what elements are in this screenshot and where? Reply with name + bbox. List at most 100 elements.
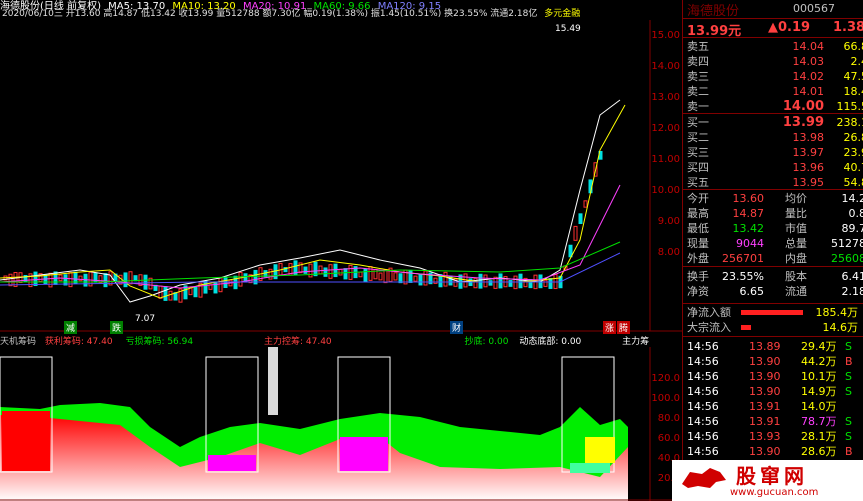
- stat-value: 13.42: [732, 222, 765, 235]
- candle: [123, 272, 128, 288]
- kline-chart-area[interactable]: 海德股份(日线 前复权) MA5: 13.70 MA10: 13.20 MA20…: [0, 0, 682, 501]
- candle: [268, 268, 273, 280]
- candle: [323, 267, 328, 277]
- candle: [343, 268, 348, 280]
- tick-row: 14:56 13.93 28.1万 S: [683, 430, 863, 443]
- quote-price: 14.01: [792, 85, 825, 98]
- candle: [413, 275, 418, 282]
- candle: [303, 266, 308, 274]
- tick-time: 14:56: [687, 355, 719, 368]
- candle: [338, 268, 343, 276]
- stat-label: 现量: [687, 237, 709, 250]
- tick-time: 14:56: [687, 415, 719, 428]
- stat-value: 89.7: [841, 222, 863, 235]
- stat-row: 最低 13.42 市值 89.7: [683, 222, 863, 235]
- candle: [423, 270, 428, 286]
- flow-bar: [741, 310, 803, 315]
- stat-row: 外盘 256701 内盘 25608: [683, 252, 863, 265]
- quote-label: 买五: [687, 176, 709, 189]
- candle: [168, 290, 173, 301]
- marker-4[interactable]: 涨: [603, 321, 617, 334]
- stat-label: 总量: [785, 237, 807, 250]
- tick-volume: 28.1万: [801, 430, 837, 443]
- candle: [238, 271, 243, 287]
- main-chips: 主力筹: [622, 337, 650, 347]
- marker-2[interactable]: 跌: [110, 321, 124, 334]
- indicator-name[interactable]: 天机筹码: [0, 337, 36, 347]
- quote-price: 14.03: [792, 55, 825, 68]
- candle: [333, 263, 338, 278]
- bar-info: 2020/06/10三 开13.60 高14.87 低13.42 收13.99 …: [2, 7, 584, 21]
- price-axis-label: 9.00: [657, 216, 680, 227]
- stock-name: 海德股份: [687, 4, 740, 19]
- quote-row-asks: 卖二 14.01 18.4: [683, 85, 863, 98]
- stat-value: 256701: [722, 252, 764, 265]
- candle: [363, 268, 368, 282]
- tick-volume: 10.1万: [801, 370, 837, 383]
- tick-row: 14:56 13.90 10.1万 S: [683, 370, 863, 383]
- stat-row: 现量 9044 总量 51278: [683, 237, 863, 250]
- stat-value: 14.2: [841, 192, 863, 205]
- tick-volume: 14.9万: [801, 385, 837, 398]
- price-axis-label: 10.00: [651, 185, 680, 196]
- stat-value: 14.87: [732, 207, 765, 220]
- sector-tag[interactable]: 多元金融: [544, 9, 580, 19]
- tick-side: S: [845, 415, 852, 428]
- flow-label: 净流入额: [687, 306, 731, 319]
- flow-value: 185.4万: [815, 306, 859, 319]
- candle: [408, 269, 413, 283]
- quote-row-bids: 买三 13.97 23.9: [683, 146, 863, 159]
- indicator-plot[interactable]: [0, 347, 682, 501]
- stat-label: 今开: [687, 192, 709, 205]
- kline-plot[interactable]: [0, 20, 682, 332]
- candle: [33, 271, 38, 287]
- candle: [518, 273, 523, 289]
- candle: [583, 200, 588, 208]
- stock-code: 000567: [793, 2, 835, 15]
- candle: [63, 274, 68, 286]
- tick-time: 14:56: [687, 430, 719, 443]
- tick-side: S: [845, 340, 852, 353]
- tick-price: 13.90: [749, 385, 781, 398]
- price-axis-label: 15.00: [651, 30, 680, 41]
- flow-label: 大宗流入: [687, 321, 731, 334]
- candle: [8, 273, 13, 287]
- quote-row-bids: 买一 13.99 238.1: [683, 116, 863, 129]
- candle: [393, 272, 398, 281]
- stat-value: 6.41: [841, 270, 863, 283]
- dynamic-bottom: 动态底部: 0.00: [519, 337, 582, 347]
- candle: [313, 261, 318, 277]
- stat-value: 13.60: [732, 192, 765, 205]
- quote-row-bids: 买五 13.95 54.8: [683, 176, 863, 189]
- stat2-row: 换手 23.55% 股本 6.41: [683, 270, 863, 283]
- quote-volume: 18.4: [843, 85, 863, 98]
- candle: [328, 264, 333, 279]
- tick-side: B: [845, 445, 853, 458]
- quote-price: 13.98: [792, 131, 825, 144]
- candle: [203, 280, 208, 294]
- stat-label: 流通: [785, 285, 807, 298]
- stat-value: 6.65: [739, 285, 765, 298]
- watermark-logo: 股窜网 www.gucuan.com: [672, 460, 863, 501]
- marker-3[interactable]: 财: [450, 321, 464, 334]
- stat-value: 9044: [736, 237, 764, 250]
- stat-label: 换手: [687, 270, 709, 283]
- quote-label: 卖四: [687, 55, 709, 68]
- quote-volume: 66.8: [843, 40, 863, 53]
- marker-1[interactable]: 减: [64, 321, 78, 334]
- tick-price: 13.93: [749, 430, 781, 443]
- tick-price: 13.90: [749, 370, 781, 383]
- flow-row: 净流入额 185.4万: [683, 306, 863, 319]
- quote-label: 买三: [687, 146, 709, 159]
- price-axis-label: 12.00: [651, 123, 680, 134]
- candle: [193, 286, 198, 298]
- quote-volume: 40.7: [843, 161, 863, 174]
- box4-base: [570, 463, 610, 473]
- marker-5[interactable]: 腾: [617, 321, 631, 334]
- candle: [398, 273, 403, 284]
- candle: [443, 271, 448, 287]
- tick-row: 14:56 13.90 28.6万 B: [683, 445, 863, 458]
- stat-label: 市值: [785, 222, 807, 235]
- tick-volume: 28.6万: [801, 445, 837, 458]
- bar-info-text: 2020/06/10三 开13.60 高14.87 低13.42 收13.99 …: [2, 9, 538, 19]
